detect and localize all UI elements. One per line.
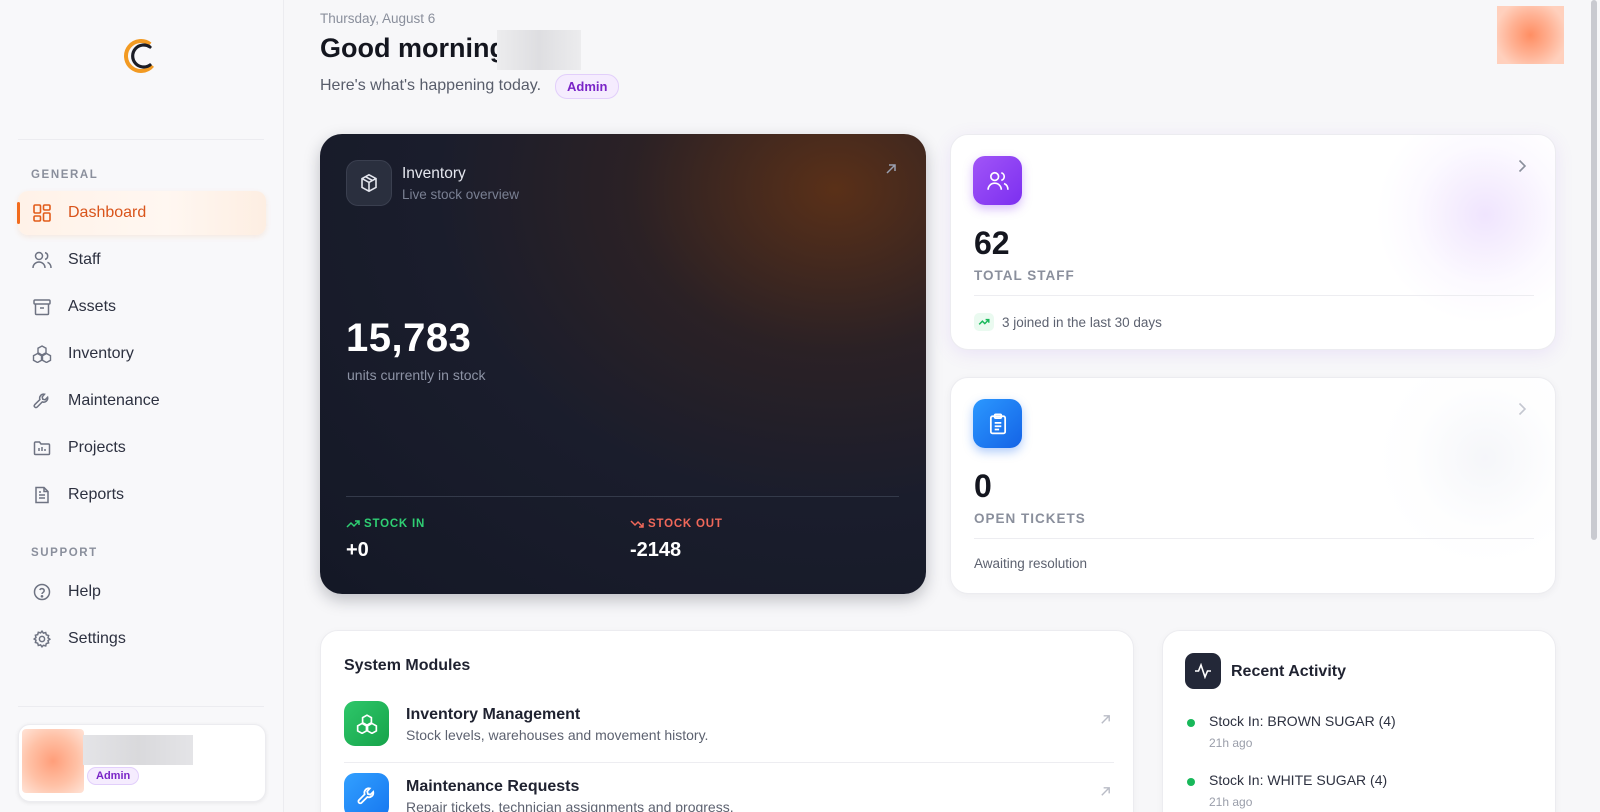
page-title: Good morning (320, 33, 506, 63)
activity-time: 21h ago (1209, 736, 1253, 750)
module-description: Repair tickets, technician assignments a… (406, 799, 734, 812)
open-tickets-card[interactable]: 0 OPEN TICKETS Awaiting resolution (950, 377, 1556, 594)
page-subtitle: Here's what's happening today. (320, 77, 542, 94)
status-dot (1187, 719, 1195, 727)
sidebar-item-label: Dashboard (68, 204, 147, 221)
tickets-status-note: Awaiting resolution (974, 556, 1088, 571)
boxes-icon (32, 344, 52, 364)
section-title: Recent Activity (1231, 663, 1346, 680)
stock-total-label: units currently in stock (347, 367, 486, 383)
module-name: Maintenance Requests (406, 778, 580, 795)
staff-trend-note: 3 joined in the last 30 days (974, 313, 1162, 331)
avatar[interactable] (22, 729, 84, 793)
sidebar-item-projects[interactable]: Projects (18, 426, 266, 470)
module-inventory-management[interactable]: Inventory Management Stock levels, wareh… (344, 697, 1114, 763)
avatar[interactable] (1497, 6, 1564, 64)
users-icon (32, 250, 52, 270)
sidebar-item-assets[interactable]: Assets (18, 285, 266, 329)
user-name-redacted (83, 735, 193, 765)
sidebar-divider (18, 139, 264, 140)
current-date: Thursday, August 6 (320, 11, 436, 26)
app-logo[interactable] (122, 36, 160, 76)
total-staff-value: 62 (974, 225, 1010, 261)
role-badge: Admin (555, 74, 620, 99)
wrench-icon (32, 391, 52, 411)
card-title: Inventory (402, 165, 466, 182)
chevron-right-icon[interactable] (1518, 157, 1527, 178)
card-subtitle: Live stock overview (402, 187, 520, 202)
sidebar-item-inventory[interactable]: Inventory (18, 332, 266, 376)
trend-up-icon (974, 313, 994, 331)
sidebar-item-label: Inventory (68, 345, 134, 362)
activity-icon (1185, 653, 1221, 689)
section-label-support: SUPPORT (31, 547, 98, 559)
scrollbar[interactable] (1591, 0, 1597, 540)
card-divider (974, 295, 1534, 296)
sidebar-item-settings[interactable]: Settings (18, 617, 266, 661)
sidebar-item-label: Maintenance (68, 392, 160, 409)
card-glow (1375, 135, 1555, 325)
chevron-right-icon[interactable] (1518, 400, 1527, 421)
section-label-general: GENERAL (31, 169, 99, 181)
card-glow (1375, 378, 1555, 568)
arrow-up-right-icon[interactable] (1099, 785, 1112, 803)
sidebar-item-label: Staff (68, 251, 101, 268)
system-modules-panel: System Modules Inventory Management Stoc… (320, 630, 1134, 812)
role-badge: Admin (87, 767, 140, 785)
help-icon (32, 582, 52, 602)
stock-in-label: STOCK IN (346, 518, 425, 530)
activity-text: Stock In: BROWN SUGAR (4) (1209, 713, 1396, 729)
wrench-icon (344, 773, 389, 812)
stock-out-label: STOCK OUT (630, 518, 723, 530)
sidebar-item-label: Reports (68, 486, 125, 503)
total-staff-label: TOTAL STAFF (974, 268, 1075, 283)
document-icon (32, 485, 52, 505)
stock-in-value: +0 (346, 539, 369, 561)
boxes-icon (344, 701, 389, 746)
card-divider (346, 496, 899, 497)
activity-time: 21h ago (1209, 795, 1253, 809)
users-icon (973, 156, 1022, 205)
sidebar-item-maintenance[interactable]: Maintenance (18, 379, 266, 423)
sidebar-item-help[interactable]: Help (18, 570, 266, 614)
projects-icon (32, 438, 52, 458)
recent-activity-panel: Recent Activity Stock In: BROWN SUGAR (4… (1162, 630, 1556, 812)
activity-text: Stock In: WHITE SUGAR (4) (1209, 772, 1388, 788)
stock-total-value: 15,783 (346, 316, 472, 360)
arrow-up-right-icon[interactable] (1099, 713, 1112, 731)
dashboard-icon (32, 203, 52, 223)
user-profile-card[interactable]: Admin (18, 724, 266, 802)
sidebar-item-label: Help (68, 583, 101, 600)
module-name: Inventory Management (406, 706, 581, 723)
status-dot (1187, 778, 1195, 786)
module-maintenance-requests[interactable]: Maintenance Requests Repair tickets, tec… (344, 769, 1114, 812)
sidebar-item-label: Settings (68, 630, 126, 647)
trend-up-icon (346, 520, 360, 528)
sidebar-divider (18, 706, 264, 707)
sidebar-item-staff[interactable]: Staff (18, 238, 266, 282)
sidebar-item-label: Assets (68, 298, 117, 315)
trend-down-icon (630, 520, 644, 528)
total-staff-card[interactable]: 62 TOTAL STAFF 3 joined in the last 30 d… (950, 134, 1556, 350)
user-name-redacted (497, 30, 581, 70)
module-description: Stock levels, warehouses and movement hi… (406, 727, 709, 743)
stock-out-value: -2148 (630, 539, 682, 561)
sidebar-item-dashboard[interactable]: Dashboard (17, 191, 266, 235)
package-icon (346, 160, 392, 206)
open-tickets-label: OPEN TICKETS (974, 511, 1086, 526)
sidebar-item-reports[interactable]: Reports (18, 473, 266, 517)
open-tickets-value: 0 (974, 468, 992, 504)
arrow-up-right-icon[interactable] (884, 162, 898, 181)
sidebar: GENERAL Dashboard Staff Assets Inventory… (0, 0, 284, 812)
card-divider (974, 538, 1534, 539)
section-title: System Modules (344, 657, 471, 674)
sidebar-item-label: Projects (68, 439, 126, 456)
gear-icon (32, 629, 52, 649)
clipboard-icon (973, 399, 1022, 448)
inventory-card[interactable]: Inventory Live stock overview 15,783 uni… (320, 134, 926, 594)
archive-icon (32, 297, 52, 317)
